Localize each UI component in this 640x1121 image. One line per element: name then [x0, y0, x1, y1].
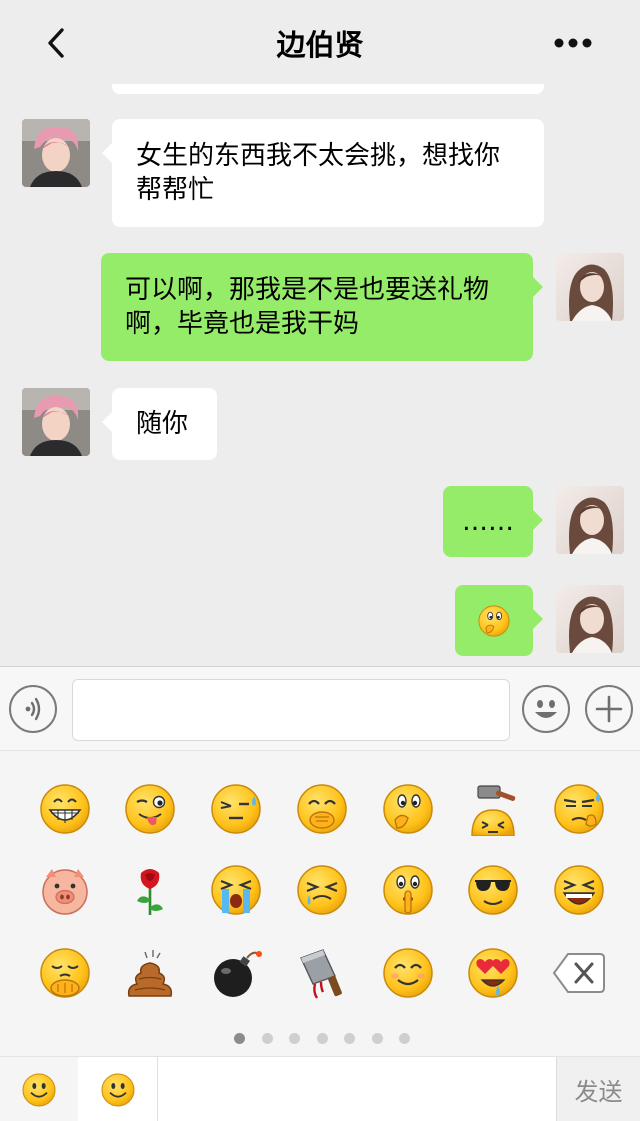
emoji-category-tab[interactable] — [0, 1057, 78, 1121]
fist-greet-emoji-icon[interactable] — [38, 946, 92, 1000]
page-indicator — [0, 1033, 640, 1047]
poop-emoji-icon[interactable] — [123, 946, 177, 1000]
sweat-pick-nose-emoji-icon[interactable] — [552, 782, 606, 836]
message-bubble-partial — [112, 84, 544, 94]
laugh-out-loud-emoji-icon[interactable] — [552, 863, 606, 917]
backspace-icon[interactable] — [552, 946, 606, 1000]
my-avatar[interactable] — [556, 253, 624, 321]
emoji-face-icon — [535, 700, 557, 718]
smiley-category-icon — [101, 1073, 134, 1106]
page-dot-active[interactable] — [234, 1033, 245, 1044]
message-text: 女生的东西我不太会挑，想找你帮帮忙 — [136, 141, 501, 205]
emoji-panel — [0, 750, 640, 1056]
page-dot[interactable] — [262, 1033, 273, 1044]
page-dot[interactable] — [399, 1033, 410, 1044]
sweat-awkward-emoji-icon[interactable] — [209, 782, 263, 836]
category-strip — [158, 1057, 556, 1121]
loud-cry-emoji-icon[interactable] — [209, 863, 263, 917]
my-avatar[interactable] — [556, 585, 624, 653]
cleaver-emoji-icon[interactable] — [295, 946, 349, 1000]
message-bubble[interactable]: 随你 — [102, 388, 217, 460]
bomb-emoji-icon[interactable] — [209, 946, 263, 1000]
more-actions-button[interactable] — [585, 685, 633, 733]
send-button[interactable]: 发送 — [556, 1057, 640, 1121]
message-bubble[interactable]: 女生的东西我不太会挑，想找你帮帮忙 — [102, 119, 544, 227]
contact-avatar[interactable] — [22, 119, 90, 187]
chat-area[interactable]: 女生的东西我不太会挑，想找你帮帮忙 可以啊，那我是不是也要送礼物啊，毕竟也是我干… — [0, 84, 640, 666]
plus-icon — [595, 695, 623, 723]
message-input[interactable] — [72, 679, 510, 741]
message-bubble[interactable]: 可以啊，那我是不是也要送礼物啊，毕竟也是我干妈 — [101, 253, 543, 361]
message-text: …… — [462, 506, 514, 537]
emoji-category-bar: 发送 — [0, 1056, 640, 1121]
voice-button[interactable] — [9, 685, 57, 733]
emoji-toggle-button[interactable] — [522, 685, 570, 733]
smirk-tear-emoji-icon[interactable] — [295, 863, 349, 917]
page-dot[interactable] — [344, 1033, 355, 1044]
cover-mouth-emoji-icon[interactable] — [381, 782, 435, 836]
page-dot[interactable] — [317, 1033, 328, 1044]
message-bubble[interactable] — [455, 585, 543, 656]
my-avatar[interactable] — [556, 486, 624, 554]
voice-icon — [25, 697, 41, 721]
message-text: 可以啊，那我是不是也要送礼物啊，毕竟也是我干妈 — [125, 275, 490, 339]
input-bar — [0, 666, 640, 750]
tongue-wink-emoji-icon[interactable] — [123, 782, 177, 836]
cover-mouth-laugh-emoji-icon[interactable] — [295, 782, 349, 836]
page-dot[interactable] — [372, 1033, 383, 1044]
chat-title: 边伯贤 — [276, 28, 364, 62]
message-bubble[interactable]: …… — [443, 486, 543, 557]
hammer-hit-emoji-icon[interactable] — [466, 782, 520, 836]
heart-eyes-emoji-icon[interactable] — [466, 946, 520, 1000]
silly-smile-emoji-icon[interactable] — [381, 946, 435, 1000]
nav-bar: 边伯贤 — [0, 0, 640, 84]
more-icon[interactable] — [548, 28, 598, 58]
message-text: 随你 — [136, 409, 189, 439]
rose-emoji-icon[interactable] — [123, 863, 177, 917]
shh-quiet-emoji-icon[interactable] — [381, 863, 435, 917]
page-dot[interactable] — [289, 1033, 300, 1044]
contact-avatar[interactable] — [22, 388, 90, 456]
pig-emoji-icon[interactable] — [38, 863, 92, 917]
grin-emoji-icon[interactable] — [38, 782, 92, 836]
cover-mouth-emoji-icon — [478, 604, 510, 637]
smiley-category-icon — [22, 1073, 56, 1106]
emoji-category-tab-active[interactable] — [78, 1057, 158, 1121]
cool-sunglasses-emoji-icon[interactable] — [466, 863, 520, 917]
